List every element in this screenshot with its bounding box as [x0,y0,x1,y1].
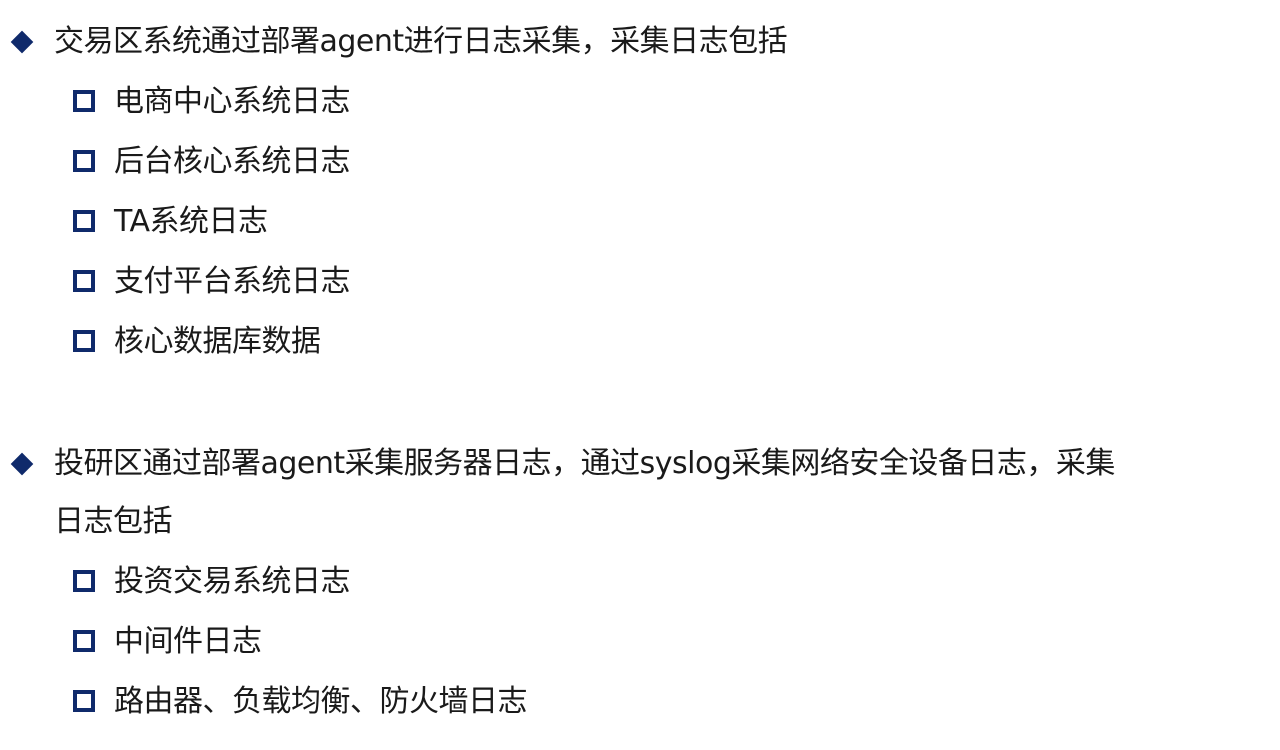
diamond-bullet-icon [10,30,34,54]
list-item: 投资交易系统日志 [0,562,1280,622]
section-heading-trading: 交易区系统通过部署agent进行日志采集，采集日志包括 [54,24,788,59]
hollow-square-bullet-icon [73,90,95,112]
list-item-label: 路由器、负载均衡、防火墙日志 [114,684,528,719]
list-item: TA系统日志 [0,202,1280,262]
hollow-square-bullet-icon [73,630,95,652]
section-heading-research-line1: 投研区通过部署agent采集服务器日志，通过syslog采集网络安全设备日志，采… [54,446,1115,481]
list-item-label: 核心数据库数据 [114,324,321,359]
primary-bullet-trading: 交易区系统通过部署agent进行日志采集，采集日志包括 [0,22,1264,62]
list-item: 支付平台系统日志 [0,262,1280,322]
list-item-label: 后台核心系统日志 [114,144,351,179]
list-item: 核心数据库数据 [0,322,1280,382]
sub-list-trading: 电商中心系统日志 后台核心系统日志 TA系统日志 支付平台系统日志 核心数据库数… [0,82,1280,382]
hollow-square-bullet-icon [73,270,95,292]
hollow-square-bullet-icon [73,210,95,232]
diamond-bullet-icon [10,452,34,476]
list-item-label: 中间件日志 [114,624,262,659]
hollow-square-bullet-icon [73,690,95,712]
list-item-label: 电商中心系统日志 [114,84,351,119]
list-item-label: TA系统日志 [114,204,268,239]
sub-list-research: 投资交易系统日志 中间件日志 路由器、负载均衡、防火墙日志 [0,562,1280,742]
list-item: 路由器、负载均衡、防火墙日志 [0,682,1280,742]
list-item-label: 投资交易系统日志 [114,564,351,599]
slide: 交易区系统通过部署agent进行日志采集，采集日志包括 电商中心系统日志 后台核… [0,0,1280,750]
hollow-square-bullet-icon [73,150,95,172]
list-item: 后台核心系统日志 [0,142,1280,202]
hollow-square-bullet-icon [73,330,95,352]
section-trading-zone: 交易区系统通过部署agent进行日志采集，采集日志包括 电商中心系统日志 后台核… [0,22,1280,382]
section-heading-research-line2: 日志包括 [54,504,173,539]
primary-bullet-research: 投研区通过部署agent采集服务器日志，通过syslog采集网络安全设备日志，采… [0,444,1264,542]
hollow-square-bullet-icon [73,570,95,592]
list-item: 电商中心系统日志 [0,82,1280,142]
list-item-label: 支付平台系统日志 [114,264,351,299]
list-item: 中间件日志 [0,622,1280,682]
section-research-zone: 投研区通过部署agent采集服务器日志，通过syslog采集网络安全设备日志，采… [0,444,1280,742]
